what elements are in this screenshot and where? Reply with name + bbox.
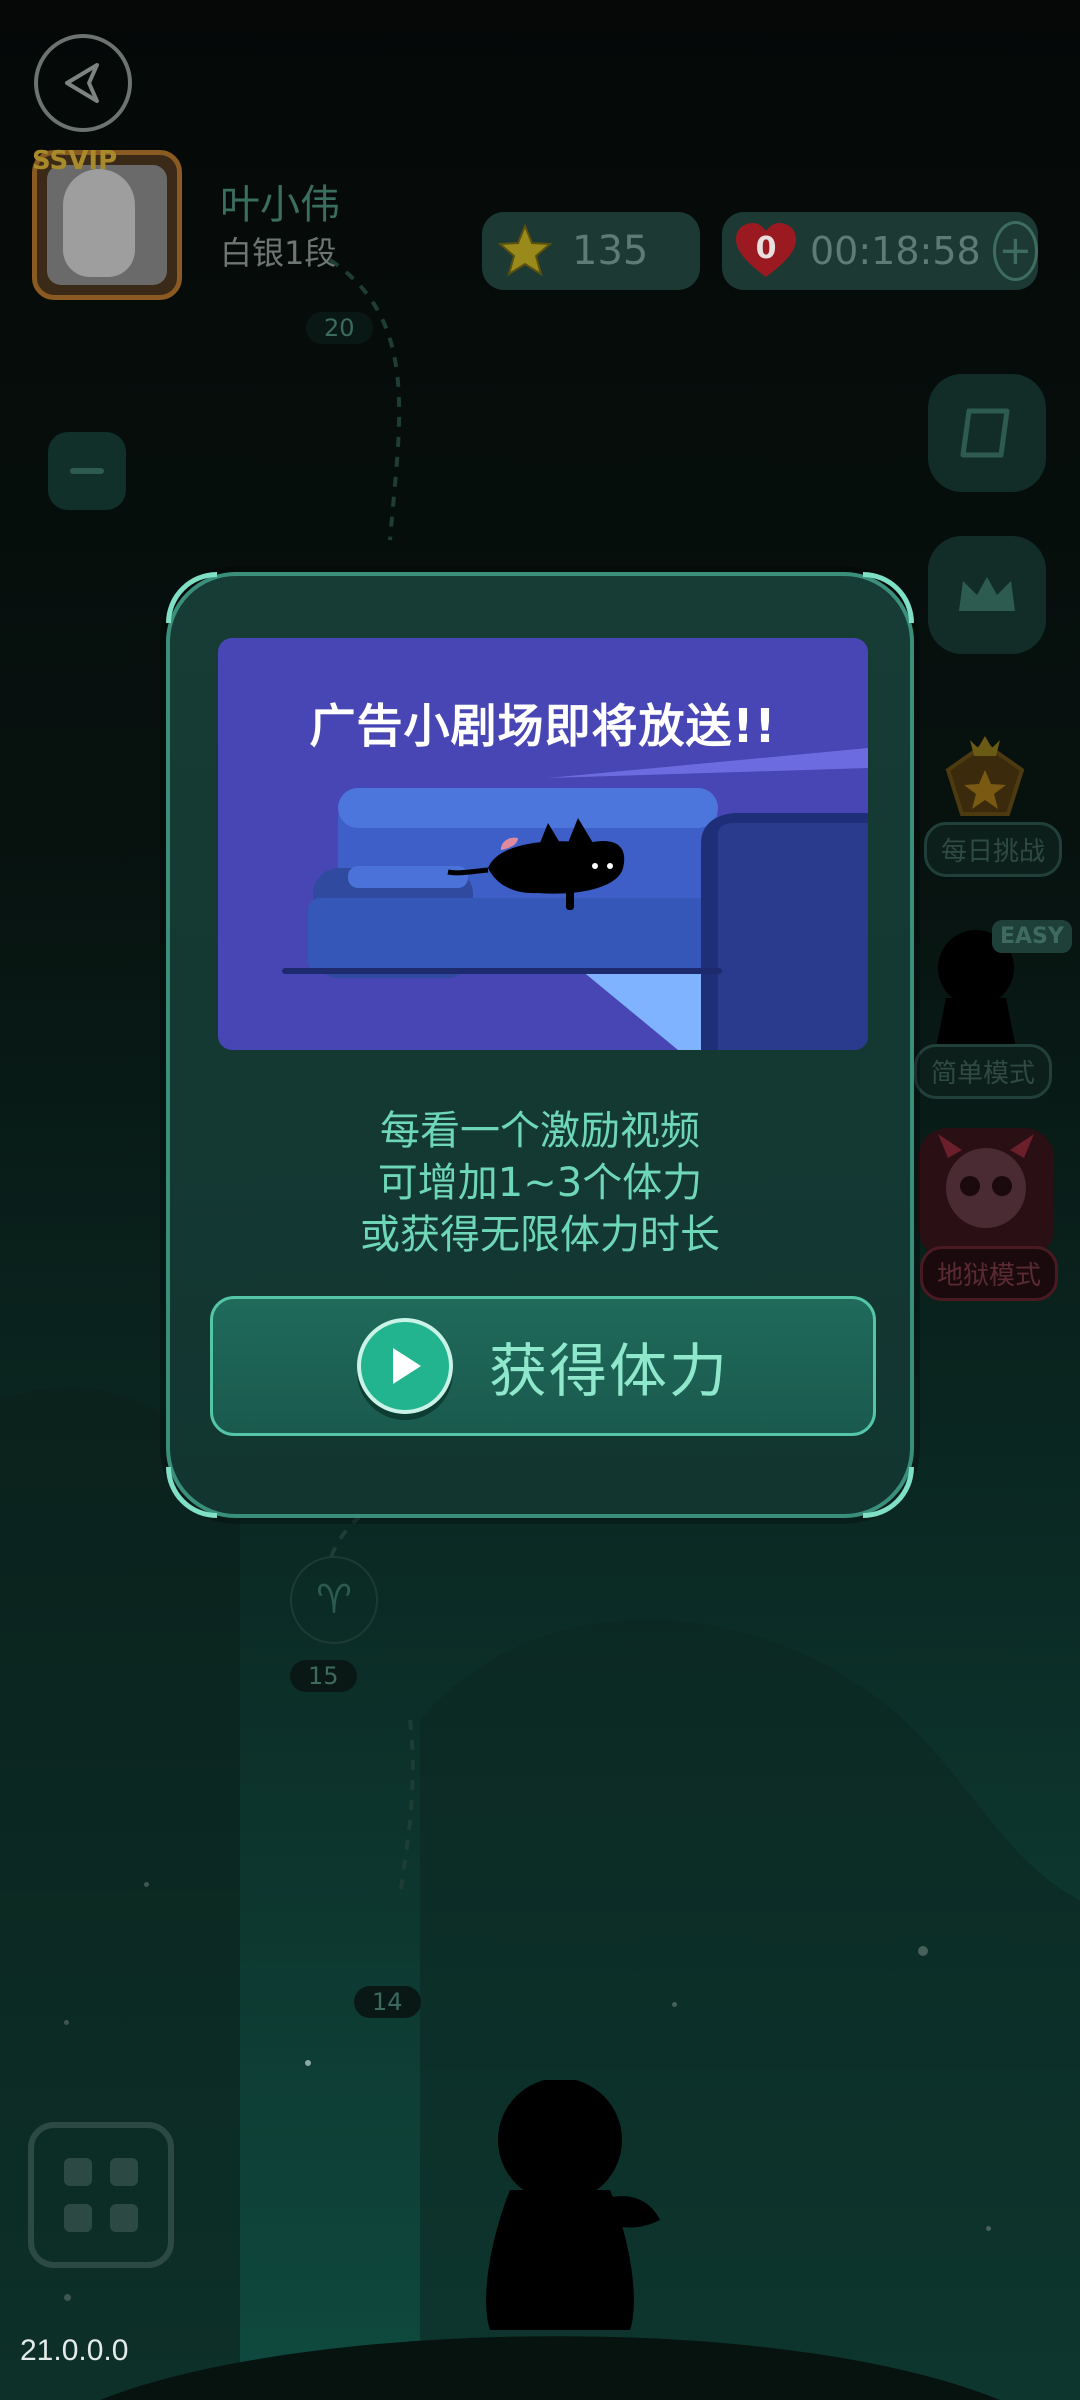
easy-mode-label: 简单模式 [914, 1044, 1053, 1099]
crown-button[interactable] [928, 536, 1046, 654]
lives-timer: 00:18:58 [810, 229, 981, 273]
level-grid-button[interactable] [28, 2122, 174, 2268]
daily-challenge-label: 每日挑战 [924, 822, 1063, 877]
user-name: 叶小伟 [220, 182, 340, 228]
zoom-out-button[interactable] [48, 432, 126, 510]
tips-book-button[interactable] [928, 374, 1046, 492]
aries-icon: ♈ [290, 1556, 378, 1644]
lives-count: 0 [755, 231, 777, 266]
easy-badge: EASY [992, 920, 1072, 953]
plus-icon: + [998, 228, 1033, 274]
level-number: 14 [354, 1986, 421, 2018]
hell-mode-button[interactable] [918, 1128, 1054, 1258]
play-icon [356, 1318, 453, 1414]
back-button[interactable] [34, 34, 132, 132]
vip-badge: SSVIP [32, 146, 118, 176]
book-icon [960, 408, 1010, 458]
dialog-text-line-2: 可增加1~3个体力 [377, 1160, 703, 1206]
skull-icon [938, 1134, 1034, 1228]
minus-icon [70, 468, 104, 474]
get-stamina-label: 获得体力 [488, 1337, 729, 1405]
add-lives-button[interactable]: + [992, 221, 1038, 281]
level-number: 20 [306, 312, 373, 344]
lives-counter: 0 00:18:58 + [722, 212, 1038, 290]
easy-mode-button[interactable]: EASY [916, 918, 1072, 1048]
dialog-text-line-3: 或获得无限体力时长 [360, 1212, 720, 1258]
heart-icon: 0 [732, 221, 800, 281]
star-counter: 135 [482, 212, 700, 290]
level-node[interactable]: ♈ [290, 1556, 378, 1644]
character-silhouette [486, 2080, 660, 2330]
get-stamina-button[interactable]: 获得体力 [210, 1296, 876, 1436]
ad-title: 广告小剧场即将放送!! [309, 699, 777, 753]
version-label: 21.0.0.0 [20, 2334, 129, 2367]
stamina-ad-dialog: 广告小剧场即将放送!! 每看一个激励视频 可增加1~3个体力 或获得无限体力时长… [166, 572, 914, 1518]
hell-mode-label: 地狱模式 [920, 1246, 1059, 1301]
star-icon [497, 223, 553, 277]
user-rank: 白银1段 [220, 234, 337, 272]
star-count: 135 [572, 228, 649, 274]
back-triangle-icon [65, 63, 99, 103]
ad-preview-banner: 广告小剧场即将放送!! [218, 638, 868, 1050]
dialog-text-line-1: 每看一个激励视频 [380, 1108, 700, 1154]
level-number: 15 [290, 1660, 357, 1692]
crown-icon [959, 577, 1015, 611]
